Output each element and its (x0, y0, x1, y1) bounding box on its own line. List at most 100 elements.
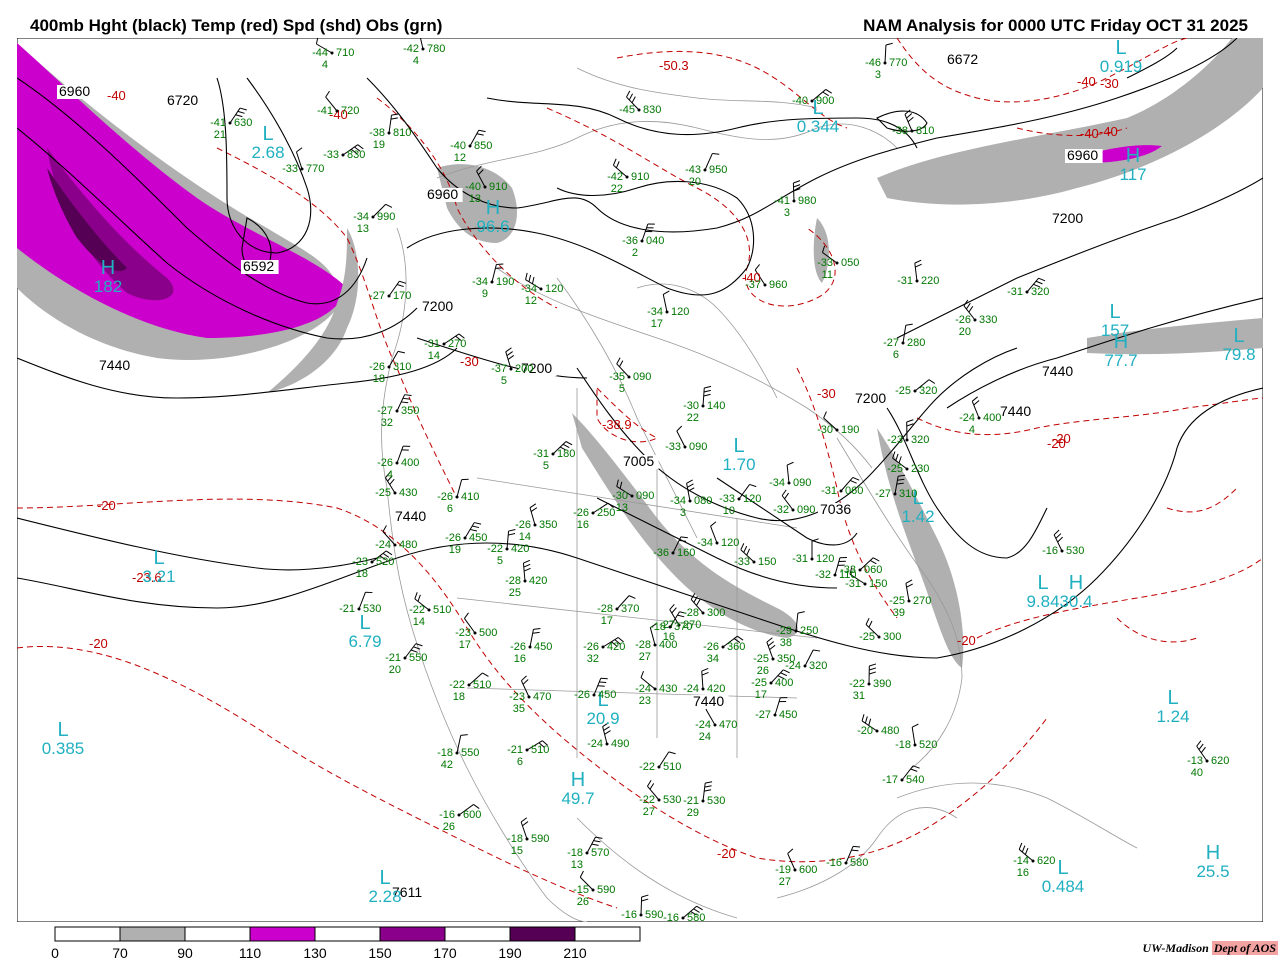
legend-swatch (379, 926, 446, 942)
obs-temp: -40 (450, 140, 466, 152)
station-dot (701, 404, 705, 408)
obs-dewpoint-depression: 3 (680, 507, 686, 519)
station-dot (701, 611, 705, 615)
obs-height: 500 (479, 627, 497, 639)
obs-temp: -24 (785, 660, 801, 672)
obs-dewpoint-depression: 23 (639, 695, 651, 707)
center-value: 9.84 (1026, 592, 1059, 611)
obs-height: 390 (873, 678, 891, 690)
temp-label: -40 (1080, 126, 1099, 141)
obs-temp: -25 (751, 677, 767, 689)
obs-height: 180 (557, 448, 575, 460)
obs-temp: -36 (622, 235, 638, 247)
station-dot (752, 560, 756, 564)
center-letter: L (57, 719, 68, 741)
obs-dewpoint-depression: 20 (959, 326, 971, 338)
obs-temp: -20 (857, 725, 873, 737)
center-letter: L (153, 547, 164, 569)
credit-org: UW-Madison (1142, 941, 1209, 955)
station-dot (467, 683, 471, 687)
center-letter: H (1206, 842, 1220, 864)
obs-height: 510 (531, 744, 549, 756)
obs-dewpoint-depression: 13 (469, 193, 481, 205)
weather-map: 6960672065926960720072007005744074407200… (17, 38, 1263, 922)
obs-temp: -30 (612, 490, 628, 502)
obs-height: 830 (643, 104, 661, 116)
station-dot (671, 551, 675, 555)
obs-temp: -43 (685, 164, 701, 176)
obs-height: 450 (469, 532, 487, 544)
station-dot (228, 121, 232, 125)
station-dot (883, 61, 887, 65)
obs-temp: -24 (959, 412, 975, 424)
obs-temp: -31 (424, 338, 440, 350)
obs-temp: -18 (650, 621, 666, 633)
height-label: 6960 (59, 83, 90, 99)
station-dot (913, 743, 917, 747)
obs-temp: -23 (455, 627, 471, 639)
obs-height: 770 (889, 57, 907, 69)
center-value: 182 (94, 277, 122, 296)
obs-height: 490 (611, 738, 629, 750)
obs-temp: -31 (1007, 286, 1023, 298)
obs-temp: -25 (753, 653, 769, 665)
obs-dewpoint-depression: 19 (449, 544, 461, 556)
obs-temp: -30 (817, 424, 833, 436)
obs-height: 160 (677, 547, 695, 559)
height-label: 7440 (1000, 403, 1031, 419)
center-value: 1.70 (722, 455, 755, 474)
center-value: 96.6 (476, 217, 509, 236)
obs-temp: -26 (369, 361, 385, 373)
station-dot (763, 283, 767, 287)
station-dot (539, 287, 543, 291)
obs-dewpoint-depression: 18 (356, 568, 368, 580)
obs-height: 770 (306, 163, 324, 175)
obs-temp: -36 (653, 547, 669, 559)
obs-height: 590 (645, 909, 663, 921)
obs-dewpoint-depression: 38 (780, 637, 792, 649)
obs-height: 320 (911, 434, 929, 446)
station-dot (371, 215, 375, 219)
obs-height: 520 (376, 556, 394, 568)
center-value: 79.8 (1222, 345, 1255, 364)
legend-swatch (444, 926, 511, 942)
obs-temp: -27 (883, 337, 899, 349)
obs-height: 120 (721, 537, 739, 549)
obs-height: 570 (591, 847, 609, 859)
obs-temp: -18 (507, 833, 523, 845)
obs-temp: -26 (583, 641, 599, 653)
station-dot (665, 310, 669, 314)
obs-height: 090 (636, 490, 654, 502)
obs-dewpoint-depression: 22 (611, 183, 623, 195)
obs-dewpoint-depression: 13 (357, 223, 369, 235)
obs-dewpoint-depression: 21 (214, 129, 226, 141)
obs-height: 950 (709, 164, 727, 176)
obs-height: 550 (461, 747, 479, 759)
obs-temp: -32 (815, 569, 831, 581)
obs-height: 480 (881, 725, 899, 737)
obs-dewpoint-depression: 5 (497, 555, 503, 567)
obs-dewpoint-depression: 4 (969, 424, 975, 436)
legend-tick: 70 (112, 945, 128, 960)
obs-temp: -31 (845, 578, 861, 590)
station-dot (1205, 759, 1209, 763)
obs-height: 420 (529, 575, 547, 587)
obs-dewpoint-depression: 16 (1017, 867, 1029, 879)
obs-dewpoint-depression: 26 (443, 821, 455, 833)
station-dot (913, 389, 917, 393)
obs-height: 510 (433, 604, 451, 616)
obs-dewpoint-depression: 31 (853, 690, 865, 702)
station-dot (585, 851, 589, 855)
obs-height: 430 (399, 487, 417, 499)
obs-height: 910 (631, 171, 649, 183)
center-value: 0.344 (797, 117, 840, 136)
station-dot (769, 681, 773, 685)
obs-height: 540 (906, 774, 924, 786)
center-value: 25.5 (1196, 862, 1229, 881)
obs-dewpoint-depression: 4 (387, 469, 393, 481)
station-dot (901, 341, 905, 345)
obs-height: 330 (979, 314, 997, 326)
obs-temp: -16 (826, 857, 842, 869)
station-dot (875, 729, 879, 733)
station-dot (387, 294, 391, 298)
